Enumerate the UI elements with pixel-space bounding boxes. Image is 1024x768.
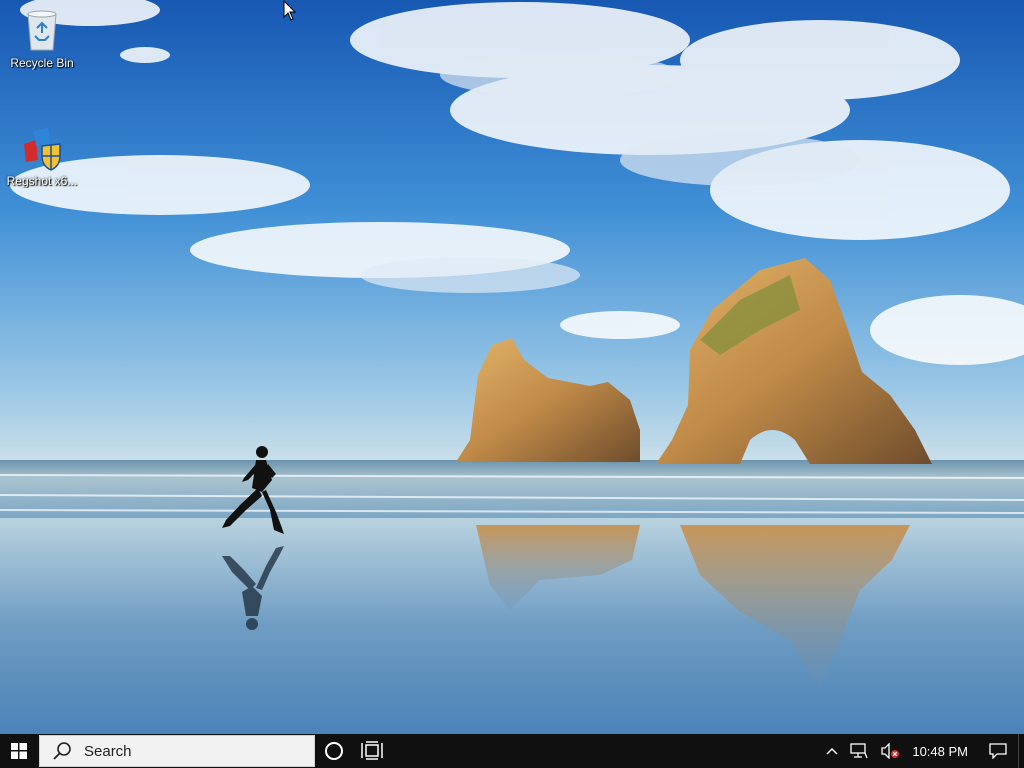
taskbar-search-box[interactable]: Search [39, 735, 315, 767]
network-icon [850, 743, 868, 759]
windows-logo-icon [11, 743, 27, 759]
wallpaper-beach-scene [0, 0, 1024, 734]
mouse-pointer-icon [283, 0, 297, 22]
recycle-bin-icon [18, 6, 66, 54]
action-center-button[interactable] [978, 734, 1018, 768]
cortana-button[interactable] [315, 734, 353, 768]
search-icon [53, 742, 71, 760]
regshot-icon [18, 124, 66, 172]
chevron-up-icon [826, 747, 838, 755]
desktop-icon-regshot[interactable]: Regshot x6... [0, 124, 84, 188]
network-button[interactable] [844, 734, 874, 768]
volume-button[interactable] [874, 734, 906, 768]
cortana-circle-icon [325, 742, 343, 760]
desktop-icon-recycle-bin[interactable]: Recycle Bin [0, 6, 84, 70]
desktop-wallpaper[interactable] [0, 0, 1024, 734]
action-center-icon [989, 743, 1007, 759]
desktop-icon-label: Recycle Bin [10, 56, 74, 70]
taskbar: Search 10:48 PM [0, 734, 1024, 768]
taskbar-clock[interactable]: 10:48 PM [906, 734, 978, 768]
task-view-icon [361, 741, 383, 760]
search-placeholder: Search [84, 742, 132, 760]
desktop-icon-label: Regshot x6... [6, 174, 78, 188]
show-desktop-button[interactable] [1018, 734, 1024, 768]
show-hidden-icons-button[interactable] [820, 734, 844, 768]
volume-muted-icon [881, 743, 900, 759]
start-button[interactable] [0, 734, 38, 768]
task-view-button[interactable] [353, 734, 391, 768]
